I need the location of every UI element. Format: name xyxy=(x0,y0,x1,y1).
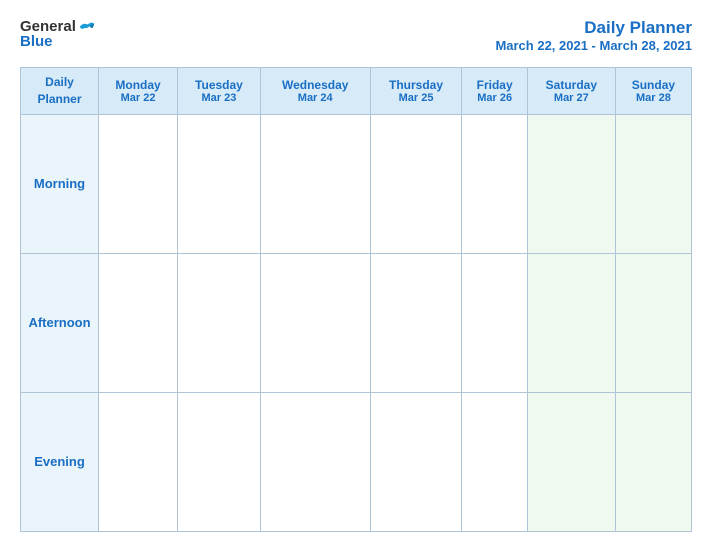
cell-evening-wednesday[interactable] xyxy=(260,392,370,531)
page-title: Daily Planner xyxy=(495,18,692,38)
col-header-monday: Monday Mar 22 xyxy=(99,68,178,115)
cell-morning-saturday[interactable] xyxy=(527,114,615,253)
time-label-morning: Morning xyxy=(21,114,99,253)
col-header-saturday: Saturday Mar 27 xyxy=(527,68,615,115)
cell-morning-friday[interactable] xyxy=(462,114,528,253)
cell-morning-wednesday[interactable] xyxy=(260,114,370,253)
cell-morning-sunday[interactable] xyxy=(615,114,691,253)
page-header: General Blue Daily Planner March 22, 202… xyxy=(20,18,692,53)
cell-evening-sunday[interactable] xyxy=(615,392,691,531)
cell-afternoon-sunday[interactable] xyxy=(615,253,691,392)
date-range: March 22, 2021 - March 28, 2021 xyxy=(495,38,692,53)
row-morning: Morning xyxy=(21,114,692,253)
calendar-table: Daily Planner Monday Mar 22 Tuesday Mar … xyxy=(20,67,692,532)
cell-evening-saturday[interactable] xyxy=(527,392,615,531)
logo-bird-icon xyxy=(78,20,96,34)
cell-afternoon-friday[interactable] xyxy=(462,253,528,392)
cell-morning-thursday[interactable] xyxy=(370,114,462,253)
cell-afternoon-saturday[interactable] xyxy=(527,253,615,392)
col-header-label: Daily Planner xyxy=(21,68,99,115)
title-block: Daily Planner March 22, 2021 - March 28,… xyxy=(495,18,692,53)
cell-morning-monday[interactable] xyxy=(99,114,178,253)
cell-afternoon-thursday[interactable] xyxy=(370,253,462,392)
logo-blue-text: Blue xyxy=(20,33,53,50)
col-header-thursday: Thursday Mar 25 xyxy=(370,68,462,115)
logo: General Blue xyxy=(20,18,96,50)
col-header-sunday: Sunday Mar 28 xyxy=(615,68,691,115)
cell-afternoon-monday[interactable] xyxy=(99,253,178,392)
cell-evening-thursday[interactable] xyxy=(370,392,462,531)
cell-afternoon-tuesday[interactable] xyxy=(178,253,261,392)
cell-evening-monday[interactable] xyxy=(99,392,178,531)
row-evening: Evening xyxy=(21,392,692,531)
header-row: Daily Planner Monday Mar 22 Tuesday Mar … xyxy=(21,68,692,115)
time-label-evening: Evening xyxy=(21,392,99,531)
cell-afternoon-wednesday[interactable] xyxy=(260,253,370,392)
col-header-tuesday: Tuesday Mar 23 xyxy=(178,68,261,115)
col-header-friday: Friday Mar 26 xyxy=(462,68,528,115)
time-label-afternoon: Afternoon xyxy=(21,253,99,392)
col-header-wednesday: Wednesday Mar 24 xyxy=(260,68,370,115)
row-afternoon: Afternoon xyxy=(21,253,692,392)
cell-morning-tuesday[interactable] xyxy=(178,114,261,253)
cell-evening-friday[interactable] xyxy=(462,392,528,531)
cell-evening-tuesday[interactable] xyxy=(178,392,261,531)
